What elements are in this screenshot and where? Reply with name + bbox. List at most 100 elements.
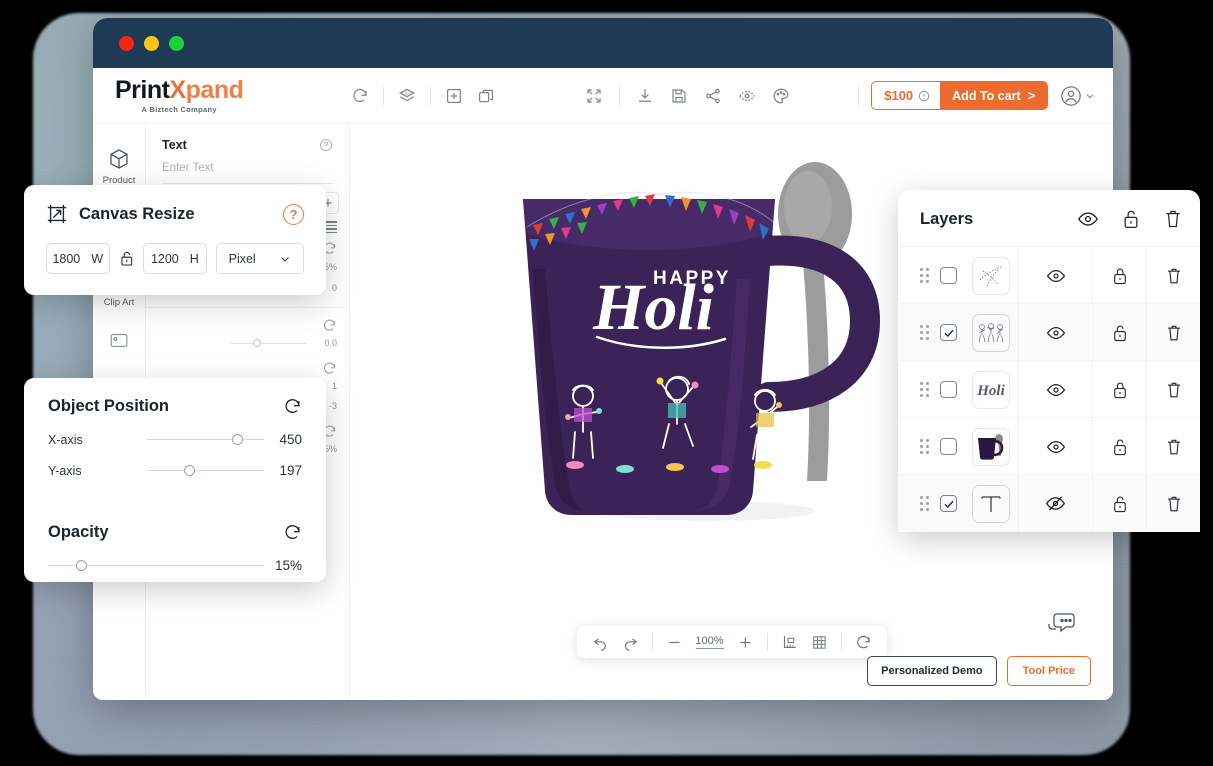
close-window-button[interactable] (119, 35, 134, 51)
slider-knob[interactable] (76, 559, 88, 571)
drag-handle[interactable] (898, 496, 933, 511)
reset-icon[interactable] (322, 318, 337, 333)
layer-checkbox[interactable] (933, 381, 964, 398)
layer-checkbox[interactable] (933, 495, 964, 512)
eye-icon[interactable] (1046, 437, 1066, 457)
layer-lock-toggle[interactable] (1092, 475, 1146, 532)
duplicate-icon[interactable] (477, 87, 495, 105)
save-icon[interactable] (670, 87, 688, 105)
maximize-window-button[interactable] (169, 35, 184, 51)
trash-icon[interactable] (1165, 380, 1183, 400)
layer-visibility-toggle[interactable] (1018, 304, 1092, 361)
opacity-slider[interactable] (48, 559, 264, 571)
eye-icon[interactable] (1077, 208, 1099, 230)
layer-delete-button[interactable] (1146, 304, 1200, 361)
layer-lock-toggle[interactable] (1092, 247, 1146, 304)
trash-icon[interactable] (1165, 323, 1183, 343)
text-input-field[interactable]: Enter Text (162, 162, 333, 184)
add-frame-icon[interactable] (445, 87, 463, 105)
eye-icon[interactable] (1046, 266, 1066, 286)
trash-icon[interactable] (1165, 266, 1183, 286)
redo-icon[interactable] (621, 634, 638, 651)
layer-row-holi-text[interactable]: Holi (898, 361, 1200, 418)
slider-knob[interactable] (253, 339, 262, 348)
slider-knob[interactable] (184, 464, 196, 476)
eye-off-icon[interactable] (1045, 493, 1066, 514)
account-menu[interactable] (1060, 85, 1095, 107)
lock-icon[interactable] (1111, 380, 1129, 400)
drag-handle[interactable] (898, 268, 933, 283)
preview-icon[interactable] (738, 87, 756, 105)
unlock-icon[interactable] (1111, 437, 1129, 457)
chat-bubble-icon[interactable] (1047, 610, 1077, 640)
layer-delete-button[interactable] (1146, 361, 1200, 418)
hidden-slider-1[interactable]: 0.0 (146, 333, 349, 353)
mug-product-artwork[interactable]: HAPPY Holi (505, 139, 905, 539)
ruler-icon[interactable] (781, 634, 798, 651)
layer-lock-toggle[interactable] (1092, 361, 1146, 418)
reset-icon[interactable] (351, 87, 369, 105)
layer-row-mug[interactable] (898, 418, 1200, 475)
slider-knob[interactable] (232, 433, 244, 445)
layer-thumbnail[interactable] (964, 313, 1018, 352)
x-axis-row[interactable]: X-axis 450 (48, 432, 302, 447)
eye-icon[interactable] (1046, 323, 1066, 343)
y-axis-slider[interactable] (147, 464, 264, 476)
layer-lock-toggle[interactable] (1092, 418, 1146, 475)
y-axis-row[interactable]: Y-axis 197 (48, 463, 302, 478)
zoom-level[interactable]: 100% (695, 635, 724, 649)
layer-visibility-toggle[interactable] (1018, 475, 1092, 532)
color-palette-icon[interactable] (772, 87, 790, 105)
info-icon[interactable] (918, 90, 930, 102)
fullscreen-icon[interactable] (585, 87, 603, 105)
layer-visibility-toggle[interactable] (1018, 247, 1092, 304)
layer-thumbnail[interactable]: Holi (964, 370, 1018, 409)
layer-thumbnail[interactable] (964, 484, 1018, 523)
user-avatar-icon[interactable] (1060, 85, 1082, 107)
zoom-out-button[interactable] (665, 634, 682, 651)
drag-handle[interactable] (898, 382, 933, 397)
x-axis-slider[interactable] (147, 433, 264, 445)
layer-checkbox[interactable] (933, 438, 964, 455)
unlock-icon[interactable] (1111, 323, 1129, 343)
help-icon[interactable] (319, 138, 333, 152)
minimize-window-button[interactable] (144, 35, 159, 51)
layers-icon[interactable] (398, 87, 416, 105)
canvas-width-input[interactable]: 1800 W (46, 243, 110, 274)
canvas-height-input[interactable]: 1200 H (143, 243, 207, 274)
unlock-icon[interactable] (1111, 494, 1129, 514)
personalized-demo-button[interactable]: Personalized Demo (867, 656, 997, 686)
reset-icon[interactable] (283, 397, 302, 416)
brand-logo[interactable]: PrintXpand A Biztech Company (115, 77, 244, 114)
unlock-icon[interactable] (1121, 208, 1141, 230)
opacity-row[interactable]: 15% (48, 558, 302, 573)
sidebar-item-photo[interactable] (93, 318, 145, 365)
reset-icon[interactable] (283, 523, 302, 542)
layer-row-dancers[interactable] (898, 304, 1200, 361)
layer-delete-button[interactable] (1146, 475, 1200, 532)
layer-row-bunting[interactable] (898, 247, 1200, 304)
reset-icon[interactable] (855, 634, 872, 651)
help-icon[interactable]: ? (283, 203, 304, 225)
unlock-icon[interactable] (119, 249, 135, 268)
zoom-in-button[interactable] (737, 634, 754, 651)
layer-thumbnail[interactable] (964, 427, 1018, 466)
grid-icon[interactable] (811, 634, 828, 651)
undo-icon[interactable] (591, 634, 608, 651)
drag-handle[interactable] (898, 325, 933, 340)
layer-checkbox[interactable] (933, 267, 964, 284)
trash-icon[interactable] (1165, 494, 1183, 514)
trash-icon[interactable] (1165, 437, 1183, 457)
download-icon[interactable] (636, 87, 654, 105)
layer-visibility-toggle[interactable] (1018, 418, 1092, 475)
layer-lock-toggle[interactable] (1092, 304, 1146, 361)
share-icon[interactable] (704, 87, 722, 105)
slider-track[interactable] (230, 339, 307, 348)
layer-row-text[interactable] (898, 475, 1200, 532)
reset-icon[interactable] (322, 361, 337, 376)
trash-icon[interactable] (1163, 208, 1183, 230)
layer-visibility-toggle[interactable] (1018, 361, 1092, 418)
layer-thumbnail[interactable] (964, 256, 1018, 295)
chevron-down-icon[interactable] (1085, 91, 1095, 101)
add-to-cart-button[interactable]: Add To cart > (940, 82, 1047, 109)
